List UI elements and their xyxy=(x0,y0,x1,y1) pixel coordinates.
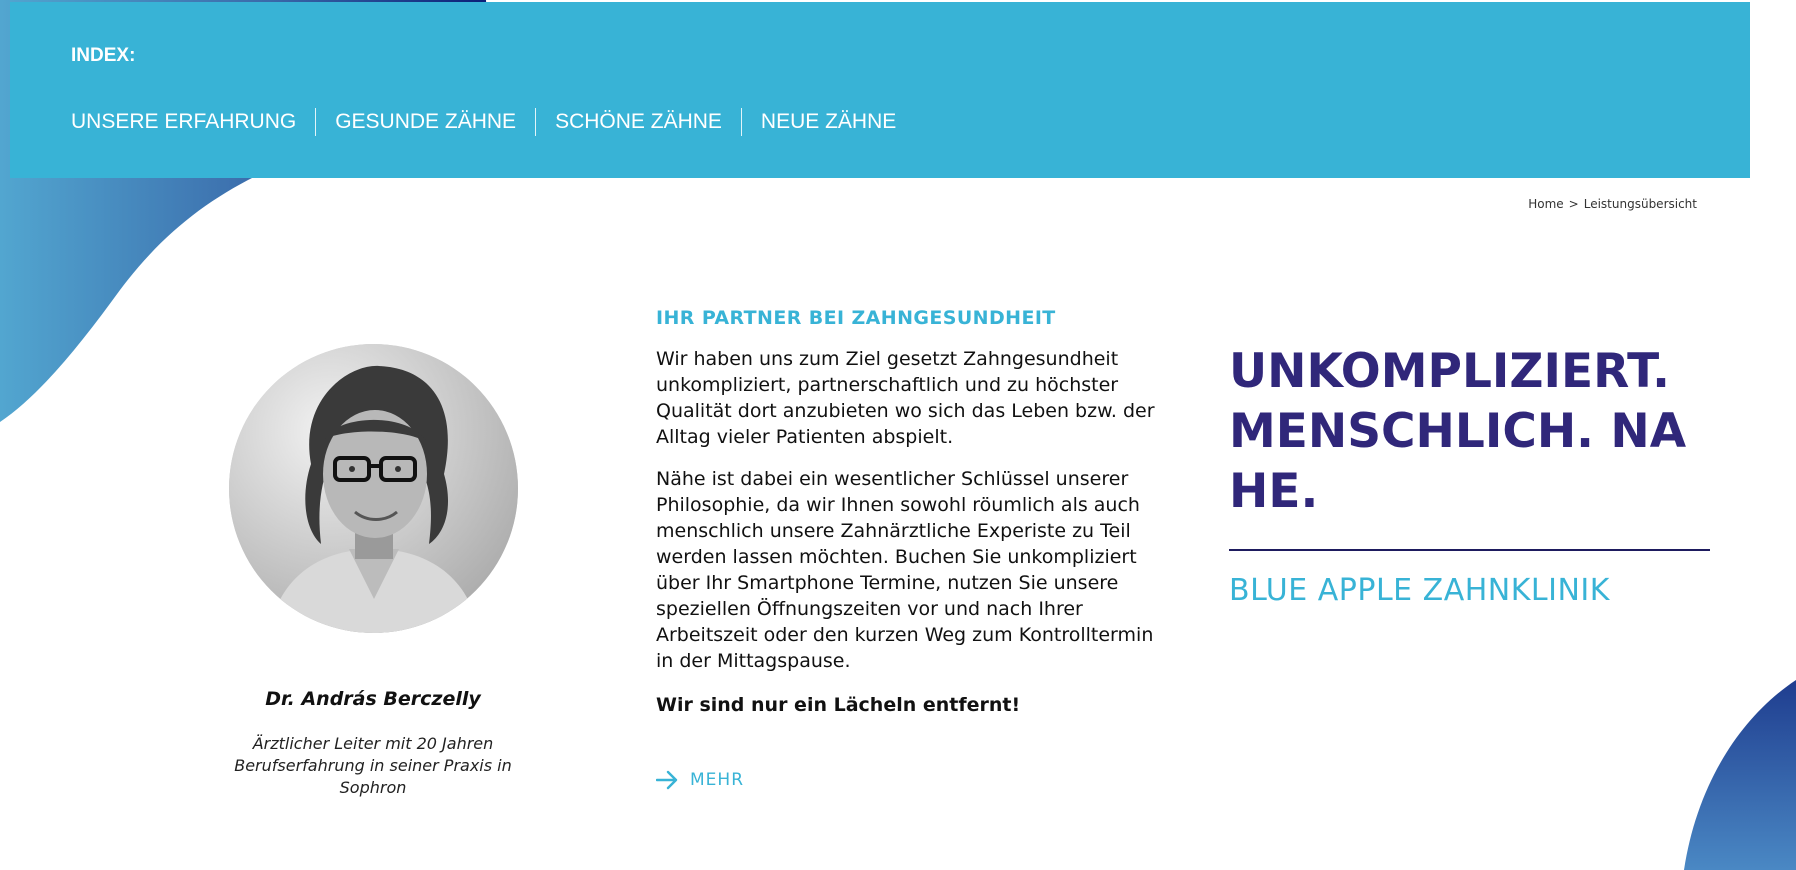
doctor-portrait xyxy=(229,344,518,633)
main-nav: UNSERE ERFAHRUNG GESUNDE ZÄHNE SCHÖNE ZÄ… xyxy=(71,108,915,136)
hero-headline-line: HE. xyxy=(1229,464,1319,519)
intro-paragraph-2: Nähe ist dabei ein wesentlicher Schlüsse… xyxy=(656,468,1154,672)
hero-headline-line: UNKOMPLIZIERT. xyxy=(1229,344,1670,399)
top-navigation-bar: INDEX: UNSERE ERFAHRUNG GESUNDE ZÄHNE SC… xyxy=(10,2,1750,178)
doctor-name: Dr. András Berczelly xyxy=(265,688,481,710)
tagline: Wir sind nur ein Lächeln entfernt! xyxy=(656,694,1021,716)
breadcrumb-current: Leistungsübersicht xyxy=(1583,197,1697,211)
intro-section: IHR PARTNER BEI ZAHNGESUNDHEIT Wir haben… xyxy=(656,307,1176,716)
doctor-portrait-image xyxy=(229,344,518,633)
arrow-right-icon xyxy=(656,770,678,790)
section-heading: IHR PARTNER BEI ZAHNGESUNDHEIT xyxy=(656,307,1056,329)
hero-headline: UNKOMPLIZIERT. MENSCHLICH. NA HE. xyxy=(1229,342,1729,522)
more-link-label: MEHR xyxy=(690,770,745,790)
nav-item-schoene-zaehne[interactable]: SCHÖNE ZÄHNE xyxy=(535,108,741,136)
breadcrumb: Home > Leistungsübersicht xyxy=(1528,197,1697,211)
intro-paragraph-1: Wir haben uns zum Ziel gesetzt Zahngesun… xyxy=(656,348,1155,448)
breadcrumb-separator: > xyxy=(1568,197,1579,211)
nav-item-neue-zaehne[interactable]: NEUE ZÄHNE xyxy=(740,108,915,136)
nav-item-unsere-erfahrung[interactable]: UNSERE ERFAHRUNG xyxy=(71,108,315,136)
hero-headline-line: MENSCHLICH. NA xyxy=(1229,404,1687,459)
doctor-role: Ärztlicher Leiter mit 20 Jahren Berufser… xyxy=(234,734,512,797)
decorative-wave-right xyxy=(1684,680,1796,870)
index-label: INDEX: xyxy=(71,45,136,66)
headline-divider xyxy=(1229,549,1710,551)
clinic-name: BLUE APPLE ZAHNKLINIK xyxy=(1229,573,1610,608)
more-link[interactable]: MEHR xyxy=(656,770,744,790)
breadcrumb-home-link[interactable]: Home xyxy=(1528,197,1563,211)
nav-item-gesunde-zaehne[interactable]: GESUNDE ZÄHNE xyxy=(315,108,535,136)
